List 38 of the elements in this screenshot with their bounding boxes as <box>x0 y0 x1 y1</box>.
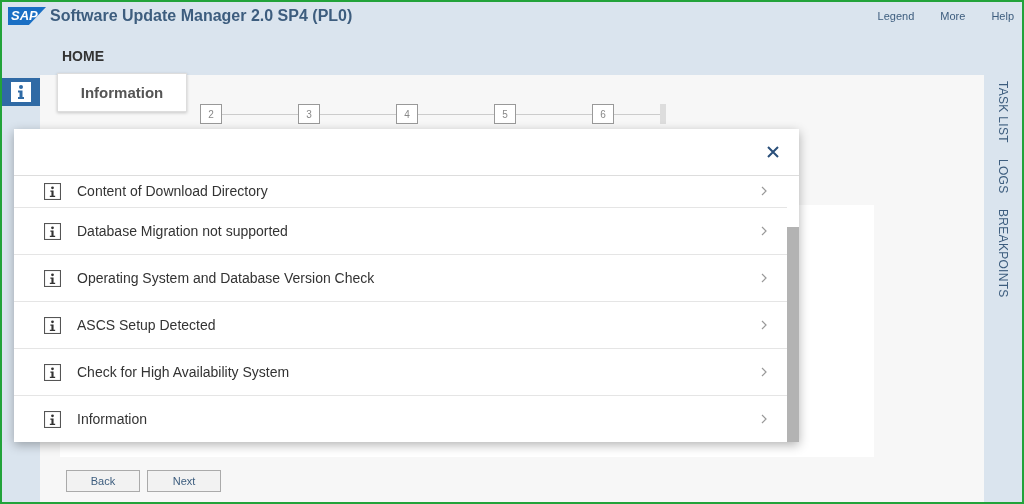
chevron-icon <box>761 226 767 236</box>
chevron-icon <box>761 367 767 377</box>
info-icon <box>44 363 61 381</box>
step-number[interactable]: 3 <box>298 104 320 124</box>
message-row[interactable]: Check for High Availability System <box>14 348 787 395</box>
breadcrumb: HOME <box>62 48 105 64</box>
side-tab[interactable]: LOGS <box>996 158 1010 194</box>
message-row[interactable]: Operating System and Database Version Check <box>14 254 787 301</box>
message-row[interactable]: Content of Download Directory <box>14 176 787 207</box>
step-number[interactable]: 2 <box>200 104 222 124</box>
info-icon <box>11 82 31 102</box>
message-row[interactable]: Database Migration not supported <box>14 207 787 254</box>
info-icon <box>44 410 61 428</box>
logo: SAP <box>8 7 46 25</box>
message-row[interactable]: Information <box>14 395 787 442</box>
header-link[interactable]: More <box>940 10 966 22</box>
header-link[interactable]: Legend <box>877 10 915 22</box>
info-icon <box>44 269 61 287</box>
chevron-icon <box>761 273 767 283</box>
close-icon[interactable] <box>767 146 779 158</box>
info-icon <box>44 316 61 334</box>
chevron-icon <box>761 320 767 330</box>
info-icon <box>44 222 61 240</box>
info-icon <box>44 182 61 200</box>
message-row[interactable]: ASCS Setup Detected <box>14 301 787 348</box>
header-link[interactable]: Help <box>991 10 1014 22</box>
chevron-icon <box>761 186 767 196</box>
scrollbar-thumb[interactable] <box>787 227 799 442</box>
chevron-icon <box>761 414 767 424</box>
step-number[interactable]: 6 <box>592 104 614 124</box>
step-number[interactable]: 4 <box>396 104 418 124</box>
nav-button[interactable]: Back <box>66 470 140 492</box>
step-number[interactable]: 5 <box>494 104 516 124</box>
side-tab[interactable]: TASK LIST <box>996 81 1010 143</box>
side-tab[interactable]: BREAKPOINTS <box>996 209 1010 299</box>
app-title: Software Update Manager 2.0 SP4 (PL0) <box>50 7 353 25</box>
nav-button[interactable]: Next <box>147 470 221 492</box>
info-button[interactable] <box>2 78 40 106</box>
